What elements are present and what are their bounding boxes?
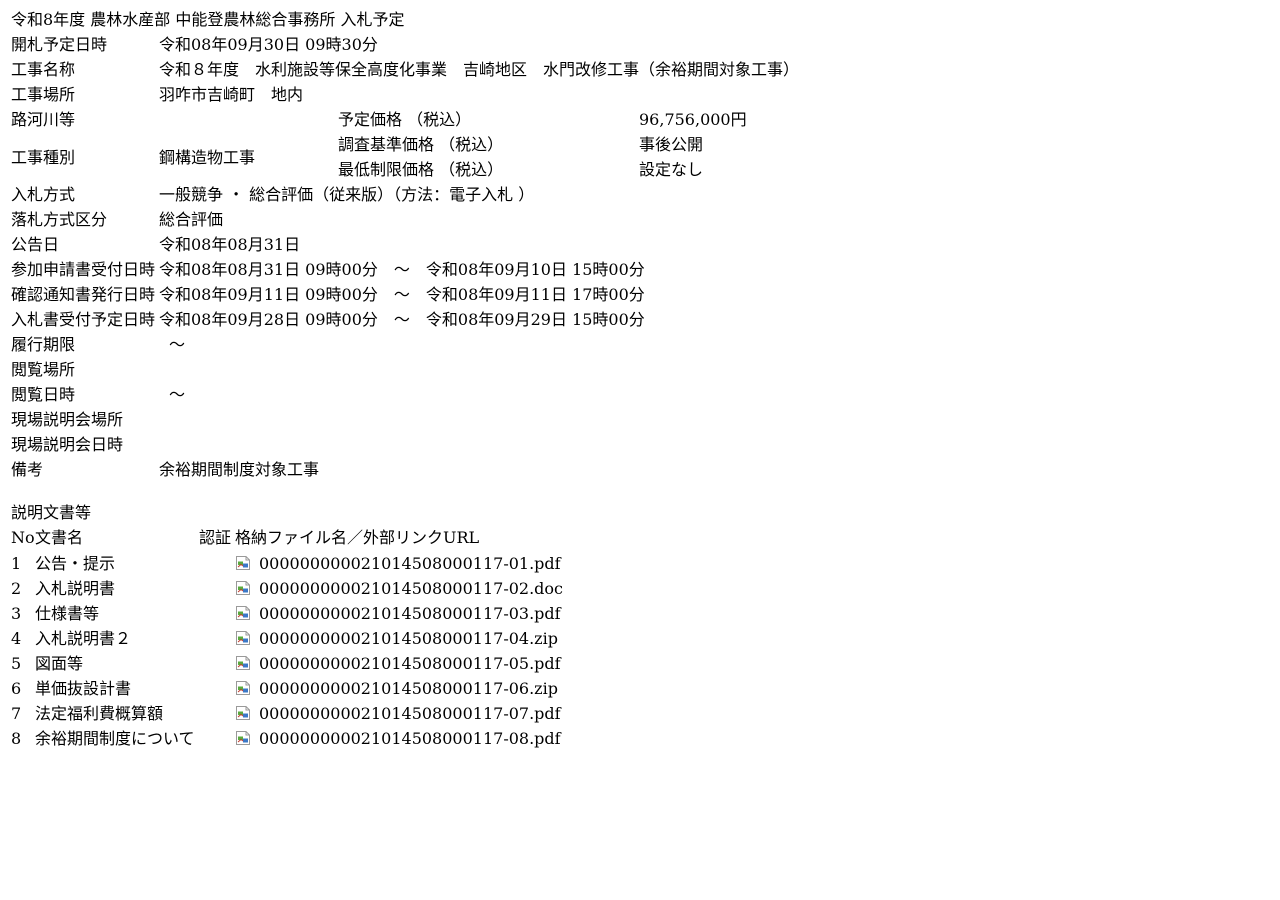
- label-saitei-seigen: 最低制限価格 （税込）: [338, 160, 504, 179]
- document-file: 000000000021014508000117-01.pdf: [235, 554, 561, 574]
- label-rokasen: 路河川等: [11, 110, 76, 129]
- label-kakunin: 確認通知書発行日時: [11, 285, 156, 304]
- broken-image-icon[interactable]: [235, 580, 255, 596]
- value-koji-basho: 羽咋市吉崎町 地内: [159, 85, 304, 104]
- document-name: 入札説明書: [35, 579, 116, 598]
- document-name: 仕様書等: [35, 604, 100, 623]
- value-kakunin: 令和08年09月11日 09時00分 ～ 令和08年09月11日 17時00分: [159, 285, 645, 304]
- documents-section-title: 説明文書等: [11, 503, 92, 522]
- document-file: 000000000021014508000117-08.pdf: [235, 729, 561, 749]
- document-file-link[interactable]: 000000000021014508000117-02.doc: [259, 579, 563, 598]
- value-etsuran-nichiji: ～: [169, 385, 186, 404]
- document-file: 000000000021014508000117-06.zip: [235, 679, 558, 699]
- document-file-link[interactable]: 000000000021014508000117-07.pdf: [259, 704, 561, 723]
- label-riko-kigen: 履行期限: [11, 335, 76, 354]
- document-file: 000000000021014508000117-03.pdf: [235, 604, 561, 624]
- label-yotei-kakaku: 予定価格 （税込）: [338, 110, 472, 129]
- value-kaisatsu: 令和08年09月30日 09時30分: [159, 35, 378, 54]
- label-genba-nichiji: 現場説明会日時: [11, 435, 124, 454]
- value-nyusatsu-hoshiki: 一般競争 ・ 総合評価（従来版）（方法：電子入札 ）: [159, 185, 535, 204]
- label-sanka: 参加申請書受付日時: [11, 260, 156, 279]
- broken-image-icon[interactable]: [235, 630, 255, 646]
- document-file: 000000000021014508000117-05.pdf: [235, 654, 561, 674]
- label-koji-meisho: 工事名称: [11, 60, 76, 79]
- label-biko: 備考: [11, 460, 44, 479]
- value-nyusatsusho: 令和08年09月28日 09時00分 ～ 令和08年09月29日 15時00分: [159, 310, 645, 329]
- document-no: 1: [11, 554, 22, 573]
- page-title: 令和8年度 農林水産部 中能登農林総合事務所 入札予定: [11, 10, 405, 29]
- document-file: 000000000021014508000117-07.pdf: [235, 704, 561, 724]
- document-name: 単価抜設計書: [35, 679, 132, 698]
- value-biko: 余裕期間制度対象工事: [159, 460, 320, 479]
- document-no: 7: [11, 704, 22, 723]
- document-file-link[interactable]: 000000000021014508000117-03.pdf: [259, 604, 561, 623]
- value-kokoku: 令和08年08月31日: [159, 235, 301, 254]
- value-sanka: 令和08年08月31日 09時00分 ～ 令和08年09月10日 15時00分: [159, 260, 645, 279]
- broken-image-icon[interactable]: [235, 680, 255, 696]
- document-no: 2: [11, 579, 22, 598]
- header-file: 格納ファイル名／外部リンクURL: [235, 528, 480, 547]
- broken-image-icon[interactable]: [235, 605, 255, 621]
- header-no: No: [11, 528, 35, 547]
- document-file-link[interactable]: 000000000021014508000117-04.zip: [259, 629, 558, 648]
- document-name: 入札説明書２: [35, 629, 132, 648]
- document-file: 000000000021014508000117-04.zip: [235, 629, 558, 649]
- document-name: 余裕期間制度について: [35, 729, 195, 748]
- document-file: 000000000021014508000117-02.doc: [235, 579, 563, 599]
- document-file-link[interactable]: 000000000021014508000117-01.pdf: [259, 554, 561, 573]
- document-name: 法定福利費概算額: [35, 704, 164, 723]
- value-koji-shubetsu: 鋼構造物工事: [159, 148, 256, 167]
- label-genba-basho: 現場説明会場所: [11, 410, 124, 429]
- document-file-link[interactable]: 000000000021014508000117-05.pdf: [259, 654, 561, 673]
- label-nyusatsu-hoshiki: 入札方式: [11, 185, 76, 204]
- document-no: 3: [11, 604, 22, 623]
- label-kokoku: 公告日: [11, 235, 60, 254]
- document-name: 公告・提示: [35, 554, 116, 573]
- broken-image-icon[interactable]: [235, 555, 255, 571]
- label-nyusatsusho: 入札書受付予定日時: [11, 310, 156, 329]
- document-file-link[interactable]: 000000000021014508000117-08.pdf: [259, 729, 561, 748]
- label-etsuran-nichiji: 閲覧日時: [11, 385, 76, 404]
- broken-image-icon[interactable]: [235, 655, 255, 671]
- label-chosa-kijun: 調査基準価格 （税込）: [338, 135, 504, 154]
- header-name: 文書名: [35, 528, 84, 547]
- broken-image-icon[interactable]: [235, 730, 255, 746]
- document-no: 8: [11, 729, 22, 748]
- value-chosa-kijun: 事後公開: [639, 135, 704, 154]
- document-no: 5: [11, 654, 22, 673]
- value-koji-meisho: 令和８年度 水利施設等保全高度化事業 吉崎地区 水門改修工事（余裕期間対象工事）: [159, 60, 800, 79]
- label-etsuran-basho: 閲覧場所: [11, 360, 76, 379]
- label-kaisatsu: 開札予定日時: [11, 35, 108, 54]
- header-auth: 認証: [199, 528, 232, 547]
- label-koji-shubetsu: 工事種別: [11, 148, 76, 167]
- value-yotei-kakaku: 96,756,000円: [639, 110, 747, 129]
- document-no: 4: [11, 629, 22, 648]
- bid-schedule-page: 令和8年度 農林水産部 中能登農林総合事務所 入札予定 開札予定日時 令和08年…: [0, 0, 1280, 900]
- value-riko-kigen: ～: [169, 335, 186, 354]
- document-name: 図面等: [35, 654, 84, 673]
- label-koji-basho: 工事場所: [11, 85, 76, 104]
- document-no: 6: [11, 679, 22, 698]
- label-rakusatsu: 落札方式区分: [11, 210, 108, 229]
- value-rakusatsu: 総合評価: [159, 210, 224, 229]
- value-saitei-seigen: 設定なし: [639, 160, 704, 179]
- broken-image-icon[interactable]: [235, 705, 255, 721]
- document-file-link[interactable]: 000000000021014508000117-06.zip: [259, 679, 558, 698]
